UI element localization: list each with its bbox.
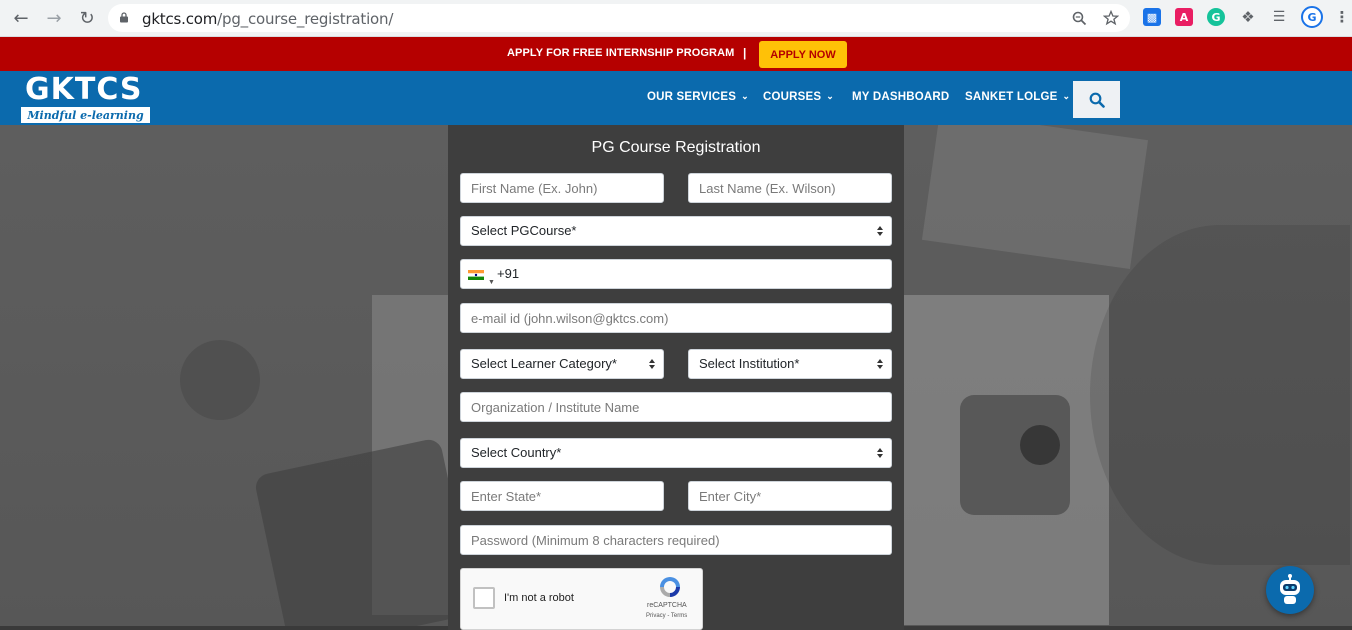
nav-user-menu[interactable]: SANKET LOLGE ⌄ (965, 91, 1070, 103)
nav-our-services[interactable]: OUR SERVICES ⌄ (647, 91, 749, 103)
phone-input[interactable]: ▼ +91 (460, 259, 892, 289)
select-arrows-icon (649, 359, 655, 369)
menu-icon[interactable]: ⋮ (1333, 8, 1351, 26)
india-flag-icon[interactable] (468, 270, 484, 280)
promo-bar: APPLY FOR FREE INTERNSHIP PROGRAM | APPL… (0, 37, 1352, 71)
chevron-down-icon: ⌄ (1062, 91, 1071, 101)
learner-category-select[interactable]: Select Learner Category* (460, 349, 664, 379)
browser-toolbar: ← → ↻ gktcs.com/pg_course_registration/ … (0, 0, 1352, 37)
state-input[interactable] (460, 481, 664, 511)
country-select-value: Select Country* (471, 445, 562, 460)
site-header: GKTCS Mindful e-learning OUR SERVICES ⌄ C… (0, 71, 1352, 125)
reload-icon[interactable]: ↻ (74, 6, 100, 30)
promo-text: APPLY FOR FREE INTERNSHIP PROGRAM (507, 47, 735, 59)
password-input[interactable] (460, 525, 892, 555)
institution-value: Select Institution* (699, 356, 800, 371)
grammarly-icon[interactable]: G (1207, 8, 1225, 26)
logo-text: GKTCS (25, 72, 143, 107)
institution-select[interactable]: Select Institution* (688, 349, 892, 379)
recaptcha-widget: I'm not a robot reCAPTCHA Privacy - Term… (460, 568, 703, 630)
country-select[interactable]: Select Country* (460, 438, 892, 468)
captcha-label: I'm not a robot (504, 592, 574, 604)
search-button[interactable] (1073, 81, 1120, 118)
captcha-brand: reCAPTCHA (647, 602, 687, 609)
form-title: PG Course Registration (591, 139, 761, 156)
email-input[interactable] (460, 303, 892, 333)
select-arrows-icon (877, 359, 883, 369)
city-input[interactable] (688, 481, 892, 511)
captcha-links[interactable]: Privacy - Terms (646, 613, 687, 619)
nav-my-dashboard[interactable]: MY DASHBOARD (852, 91, 949, 103)
captcha-checkbox[interactable] (473, 587, 495, 609)
select-arrows-icon (877, 226, 883, 236)
pg-course-select-value: Select PGCourse* (471, 223, 577, 238)
promo-separator: | (743, 46, 747, 60)
forward-icon[interactable]: → (41, 6, 67, 30)
first-name-input[interactable] (460, 173, 664, 203)
zoom-icon[interactable] (1070, 9, 1088, 27)
chatbot-button[interactable] (1266, 566, 1314, 614)
last-name-input[interactable] (688, 173, 892, 203)
star-icon[interactable] (1102, 9, 1120, 27)
extension-printer-icon[interactable]: ▩ (1143, 8, 1161, 26)
media-controls-icon[interactable]: ☰ (1270, 8, 1288, 26)
country-dropdown-icon[interactable]: ▼ (488, 269, 495, 297)
back-icon[interactable]: ← (8, 6, 34, 30)
extension-a-icon[interactable]: A (1175, 8, 1193, 26)
registration-form: PG Course Registration Select PGCourse* … (448, 125, 904, 630)
logo-tagline: Mindful e-learning (21, 107, 150, 123)
pg-course-select[interactable]: Select PGCourse* (460, 216, 892, 246)
nav-courses[interactable]: COURSES ⌄ (763, 91, 834, 103)
profile-avatar[interactable]: G (1301, 6, 1323, 28)
phone-country-code: +91 (497, 266, 520, 281)
url-text: gktcs.com/pg_course_registration/ (142, 10, 394, 28)
robot-icon (1280, 574, 1300, 604)
address-bar[interactable]: gktcs.com/pg_course_registration/ (108, 4, 1130, 32)
search-icon (1089, 92, 1105, 108)
recaptcha-logo-icon (660, 577, 680, 597)
select-arrows-icon (877, 448, 883, 458)
chevron-down-icon: ⌄ (826, 91, 835, 101)
lock-icon (120, 12, 128, 23)
organization-input[interactable] (460, 392, 892, 422)
extensions-icon[interactable]: ❖ (1239, 8, 1257, 26)
learner-category-value: Select Learner Category* (471, 356, 617, 371)
logo[interactable]: GKTCS Mindful e-learning (21, 74, 150, 124)
apply-now-button[interactable]: APPLY NOW (759, 41, 847, 68)
chevron-down-icon: ⌄ (741, 91, 749, 101)
